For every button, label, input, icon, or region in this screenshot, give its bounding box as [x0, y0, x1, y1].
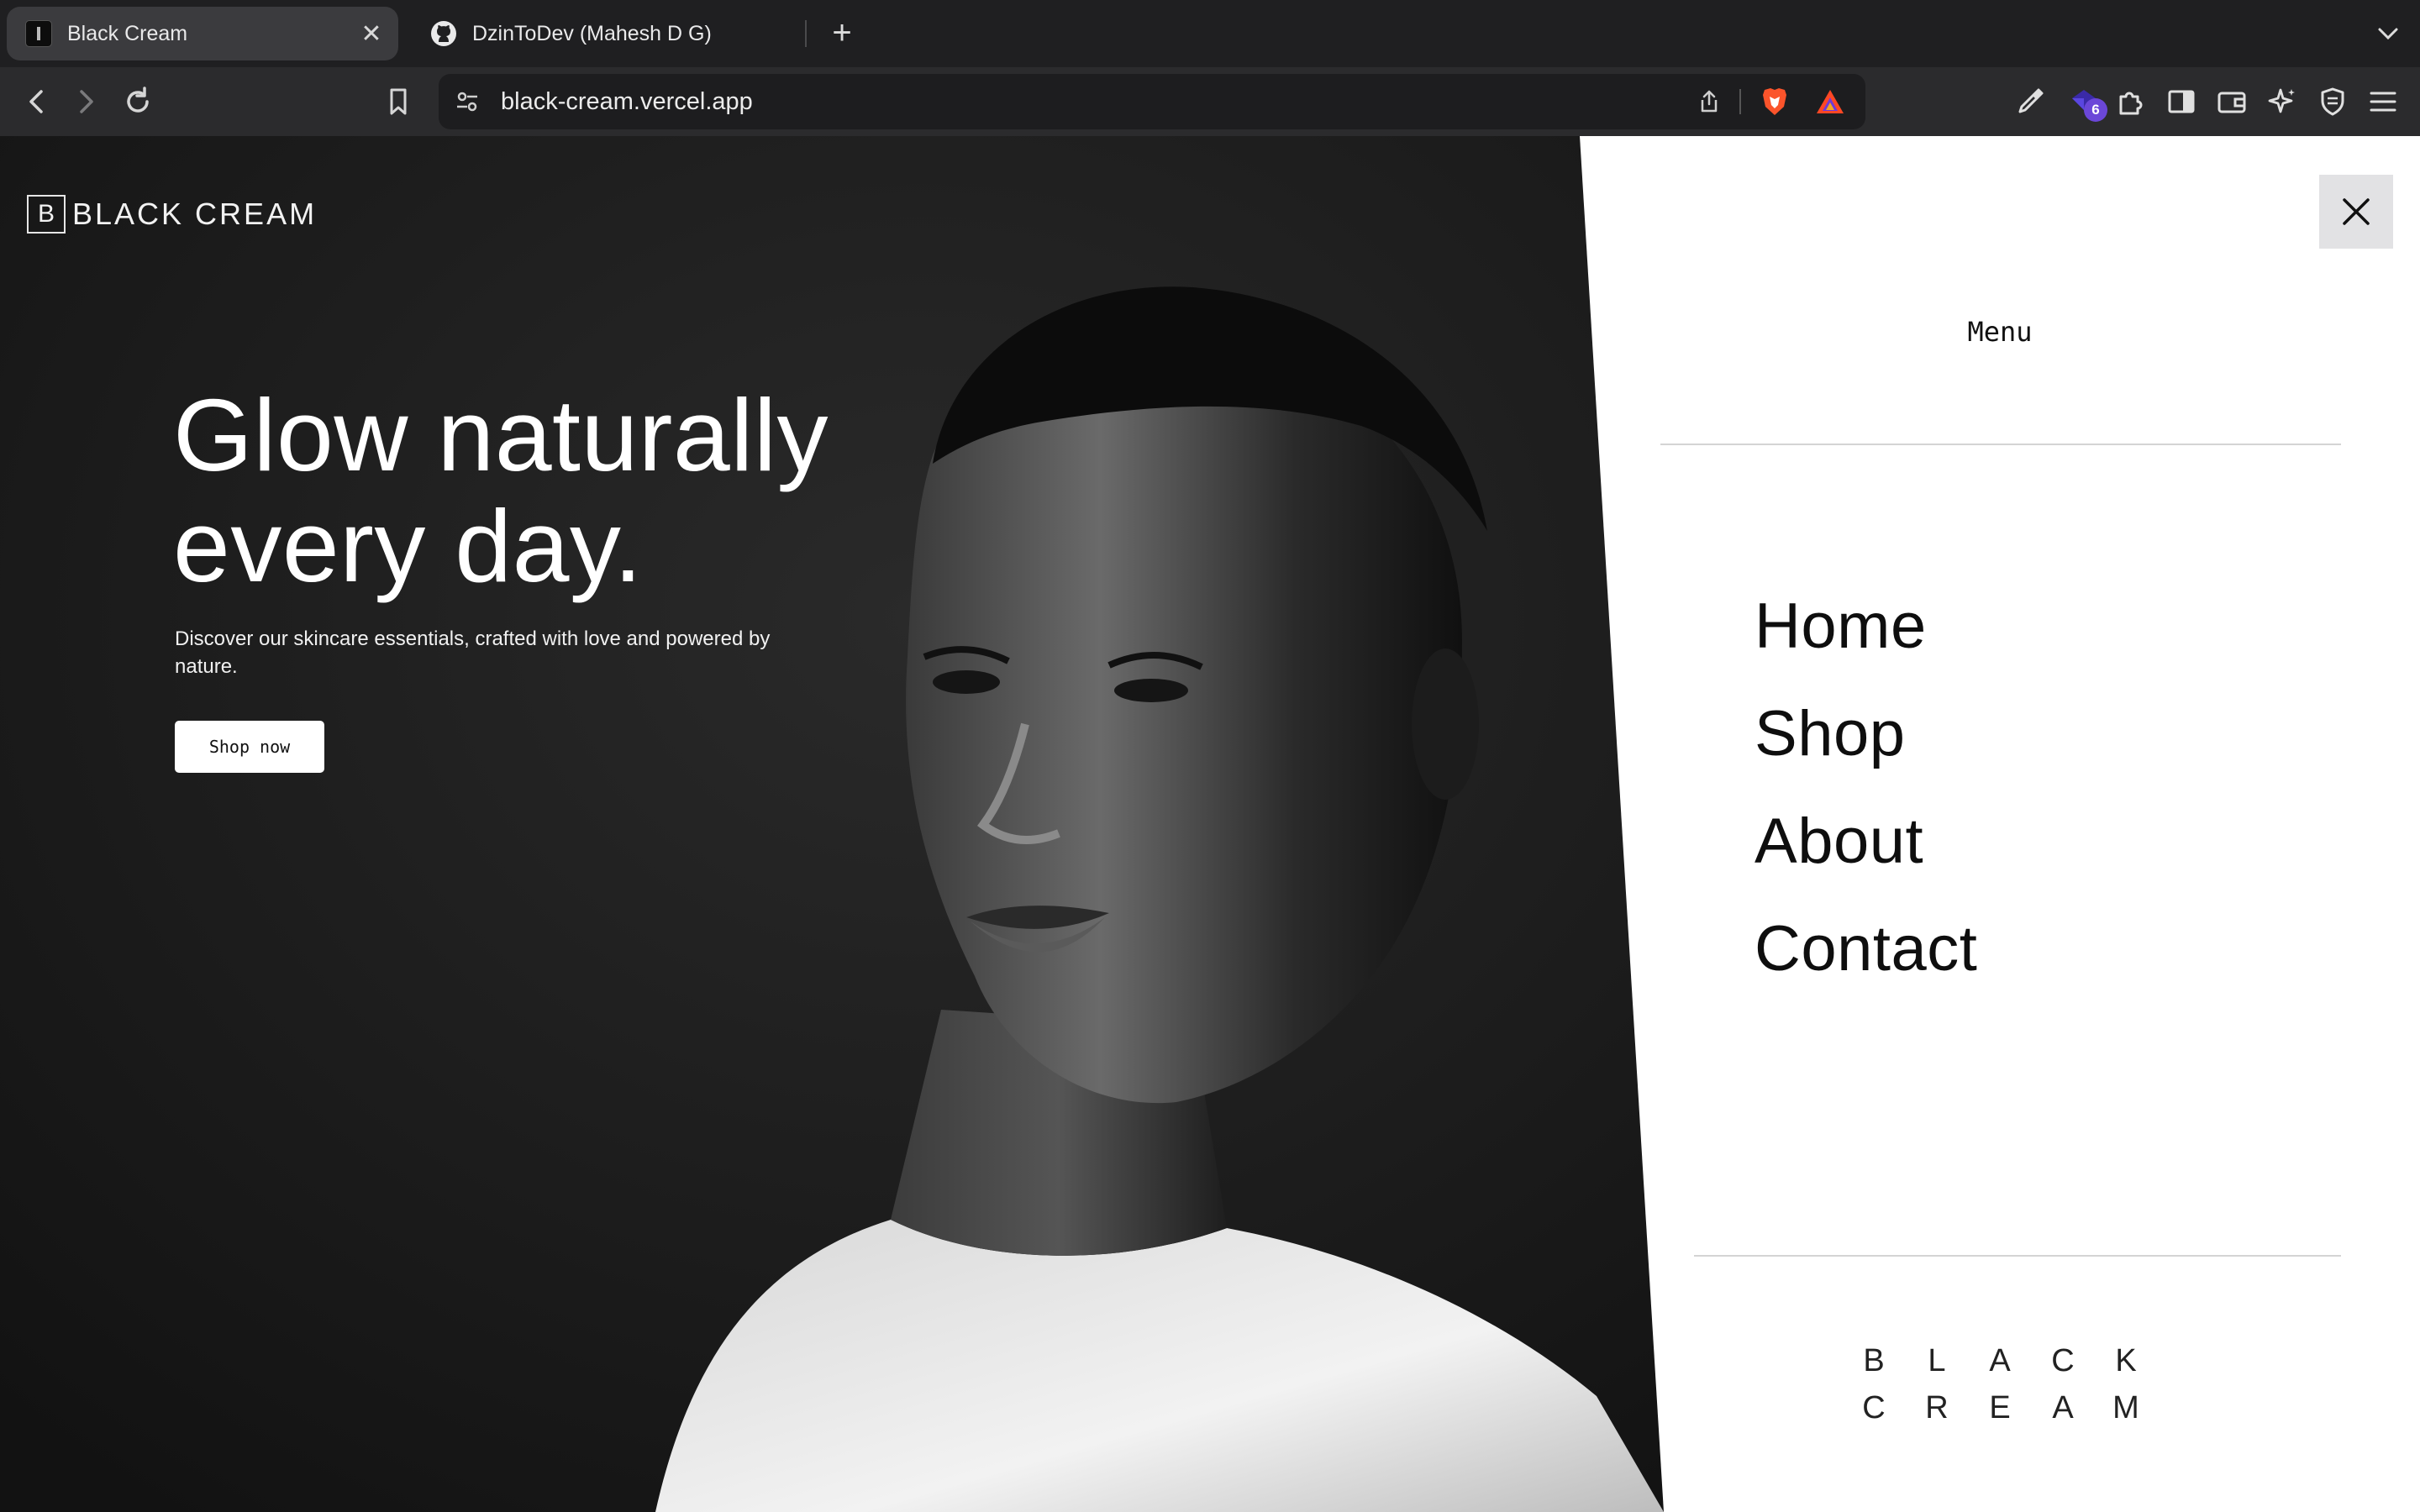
wordmark-row: C R E A M: [1857, 1384, 2143, 1431]
site-logo[interactable]: B BLACK CREAM: [27, 195, 317, 234]
bookmark-button[interactable]: [375, 78, 422, 125]
browser-toolbar: black-cream.vercel.app 6: [0, 67, 2420, 136]
nav-link-about[interactable]: About: [1754, 788, 1977, 895]
hero-subtitle: Discover our skincare essentials, crafte…: [175, 627, 771, 678]
sidebar-button[interactable]: [2158, 78, 2205, 125]
close-menu-button[interactable]: [2319, 175, 2393, 249]
nav-link-contact[interactable]: Contact: [1754, 895, 1977, 1003]
tab-list-chevron-icon[interactable]: [2370, 15, 2407, 52]
brave-rewards-icon[interactable]: [1812, 83, 1849, 120]
hamburger-menu-icon: [2370, 92, 2396, 112]
wallet-icon: [2217, 92, 2246, 113]
vpn-button[interactable]: [2309, 78, 2356, 125]
browser-tab-bar: Black Cream ✕ DzinToDev (Mahesh D G) +: [0, 0, 2420, 67]
hero-portrait-image: [0, 136, 1681, 1512]
wordmark-letter: A: [2052, 1390, 2074, 1425]
wordmark-letter: E: [1989, 1390, 2011, 1425]
wordmark-letter: C: [1862, 1390, 1886, 1425]
back-button[interactable]: [13, 78, 60, 125]
menu-divider-bottom: [1694, 1255, 2341, 1257]
menu-wordmark: B L A C K C R E A M: [1857, 1337, 2143, 1431]
share-icon[interactable]: [1691, 83, 1728, 120]
wallet-button[interactable]: [2208, 78, 2255, 125]
menu-divider-top: [1660, 444, 2341, 445]
tab-title: Black Cream: [67, 21, 188, 45]
nav-link-shop[interactable]: Shop: [1754, 680, 1977, 788]
tab-title: DzinToDev (Mahesh D G): [472, 21, 712, 45]
forward-arrow-icon: [80, 90, 93, 113]
extension-badge: 6: [2084, 98, 2107, 122]
wordmark-letter: B: [1863, 1343, 1885, 1378]
page-viewport: B BLACK CREAM Glow naturally every day. …: [0, 136, 2420, 1512]
hero-title: Glow naturally every day.: [173, 380, 929, 601]
logo-mark: B: [27, 195, 66, 234]
logo-text: BLACK CREAM: [72, 197, 318, 231]
puzzle-icon: [2119, 92, 2143, 115]
tab-divider: [805, 20, 807, 47]
address-bar[interactable]: black-cream.vercel.app: [439, 74, 1865, 129]
url-divider: [1739, 89, 1741, 114]
tab-black-cream[interactable]: Black Cream ✕: [7, 7, 398, 60]
wordmark-letter: C: [2051, 1343, 2075, 1378]
site-favicon-icon: [25, 20, 52, 47]
bookmark-icon: [390, 88, 407, 115]
extension-button[interactable]: 6: [2060, 78, 2107, 125]
sparkle-icon: [2268, 88, 2295, 113]
wordmark-row: B L A C K: [1857, 1337, 2143, 1384]
close-icon: [2343, 198, 2370, 225]
brave-shields-icon[interactable]: [1756, 83, 1793, 120]
reload-icon: [127, 87, 149, 113]
shield-icon: [2321, 87, 2344, 116]
nav-link-home[interactable]: Home: [1754, 573, 1977, 680]
reload-button[interactable]: [114, 78, 161, 125]
tab-close-icon[interactable]: ✕: [355, 19, 388, 49]
github-icon: [430, 20, 457, 47]
menu-heading: Menu: [1967, 316, 2033, 348]
main-menu-button[interactable]: [2360, 78, 2407, 125]
hero-title-line: every day.: [173, 489, 643, 603]
eyedropper-button[interactable]: [2007, 78, 2054, 125]
wordmark-letter: M: [2112, 1390, 2139, 1425]
new-tab-button[interactable]: +: [820, 12, 864, 55]
hero-title-line: Glow naturally: [173, 378, 829, 492]
extensions-button[interactable]: [2107, 78, 2154, 125]
back-arrow-icon: [29, 90, 43, 113]
leo-ai-button[interactable]: [2259, 78, 2306, 125]
menu-nav: Home Shop About Contact: [1754, 573, 1977, 1003]
wordmark-letter: K: [2115, 1343, 2137, 1378]
wordmark-letter: L: [1928, 1343, 1946, 1378]
sidebar-icon: [2168, 90, 2195, 113]
eyedropper-icon: [2018, 88, 2044, 113]
shop-now-button[interactable]: Shop now: [175, 721, 324, 773]
url-text: black-cream.vercel.app: [501, 88, 753, 115]
wordmark-letter: A: [1989, 1343, 2011, 1378]
forward-button[interactable]: [62, 78, 109, 125]
tab-github[interactable]: DzinToDev (Mahesh D G): [412, 7, 798, 60]
wordmark-letter: R: [1925, 1390, 1949, 1425]
site-settings-icon[interactable]: [449, 83, 486, 120]
